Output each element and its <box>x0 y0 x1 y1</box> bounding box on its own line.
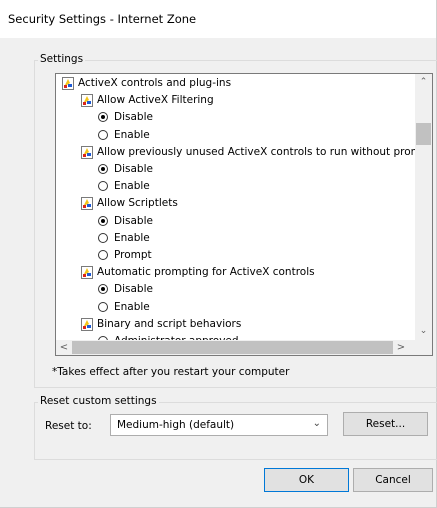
radio-unchecked[interactable] <box>98 232 108 243</box>
settings-option[interactable]: Disable <box>56 213 416 230</box>
restart-note: *Takes effect after you restart your com… <box>52 366 290 378</box>
scroll-right-arrow-icon[interactable]: > <box>393 340 409 355</box>
settings-item-label: Disable <box>114 283 153 296</box>
settings-list-content: ActiveX controls and plug-ins Allow Activ… <box>56 74 416 340</box>
settings-option[interactable]: Disable <box>56 109 416 126</box>
horizontal-scrollbar[interactable]: < > <box>56 340 416 355</box>
settings-item[interactable]: Allow Scriptlets <box>56 195 416 212</box>
reset-group-label: Reset custom settings <box>38 395 159 407</box>
chevron-down-icon: ⌄ <box>312 418 321 429</box>
security-settings-dialog: Security Settings - Internet Zone Settin… <box>0 0 437 508</box>
settings-option[interactable]: Enable <box>56 299 416 316</box>
settings-item[interactable]: Binary and script behaviors <box>56 316 416 333</box>
settings-group-label: Settings <box>38 53 86 65</box>
title-bar: Security Settings - Internet Zone <box>0 0 436 38</box>
scroll-down-arrow-icon[interactable]: ⌄ <box>415 323 432 340</box>
radio-checked[interactable] <box>98 215 108 226</box>
settings-option[interactable]: Enable <box>56 178 416 195</box>
radio-unchecked[interactable] <box>98 301 108 312</box>
settings-item-label: Automatic prompting for ActiveX controls <box>97 266 315 279</box>
settings-option[interactable]: Administrator approved <box>56 333 416 340</box>
scroll-up-arrow-icon[interactable]: ⌃ <box>415 74 432 91</box>
radio-checked[interactable] <box>98 164 108 174</box>
settings-item[interactable]: Automatic prompting for ActiveX controls <box>56 264 416 281</box>
settings-item-label: Disable <box>114 111 153 124</box>
reset-level-select[interactable]: Medium-high (default) ⌄ <box>110 414 328 436</box>
settings-icon <box>81 266 93 280</box>
settings-item-label: Enable <box>114 128 150 141</box>
reset-button[interactable]: Reset... <box>343 412 428 436</box>
settings-item-label: Administrator approved <box>114 333 239 340</box>
settings-item-label: Prompt <box>114 249 152 261</box>
radio-unchecked[interactable] <box>98 129 108 140</box>
radio-unchecked[interactable] <box>98 181 108 192</box>
scroll-left-arrow-icon[interactable]: < <box>56 340 72 355</box>
settings-option[interactable]: Enable <box>56 127 416 144</box>
ok-button[interactable]: OK <box>264 468 349 492</box>
scrollbar-corner <box>415 340 432 355</box>
settings-item-label: Enable <box>114 180 150 193</box>
settings-item[interactable]: Allow ActiveX Filtering <box>56 92 416 109</box>
settings-icon <box>81 94 93 108</box>
settings-option[interactable]: Enable <box>56 230 416 247</box>
settings-item-label: ActiveX controls and plug-ins <box>78 77 232 89</box>
settings-icon <box>81 145 93 159</box>
settings-category[interactable]: ActiveX controls and plug-ins <box>56 75 416 92</box>
horizontal-scroll-thumb[interactable] <box>72 341 393 354</box>
settings-icon <box>81 317 93 331</box>
reset-to-label: Reset to: <box>45 420 92 432</box>
radio-unchecked[interactable] <box>98 250 108 260</box>
settings-item-label: Disable <box>114 214 153 227</box>
settings-item-label: Allow previously unused ActiveX controls… <box>97 145 416 158</box>
radio-checked[interactable] <box>98 284 108 295</box>
vertical-scrollbar[interactable]: ⌃ ⌄ <box>415 74 432 340</box>
settings-item-label: Allow ActiveX Filtering <box>97 94 214 107</box>
settings-icon <box>62 77 74 90</box>
window-title: Security Settings - Internet Zone <box>8 12 197 26</box>
settings-item-label: Binary and script behaviors <box>97 317 242 330</box>
settings-item-label: Allow Scriptlets <box>97 197 178 210</box>
settings-item-label: Enable <box>114 231 150 244</box>
vertical-scroll-thumb[interactable] <box>416 123 431 145</box>
reset-level-value: Medium-high (default) <box>117 419 235 431</box>
settings-item-label: Enable <box>114 300 150 313</box>
radio-checked[interactable] <box>98 112 108 123</box>
cancel-button[interactable]: Cancel <box>353 468 433 492</box>
settings-icon <box>81 197 93 211</box>
settings-option[interactable]: Disable <box>56 161 416 178</box>
settings-list[interactable]: ActiveX controls and plug-ins Allow Activ… <box>55 73 433 356</box>
settings-option[interactable]: Disable <box>56 281 416 298</box>
settings-item-label: Disable <box>114 163 153 175</box>
settings-item[interactable]: Allow previously unused ActiveX controls… <box>56 144 416 161</box>
settings-option[interactable]: Prompt <box>56 247 416 264</box>
